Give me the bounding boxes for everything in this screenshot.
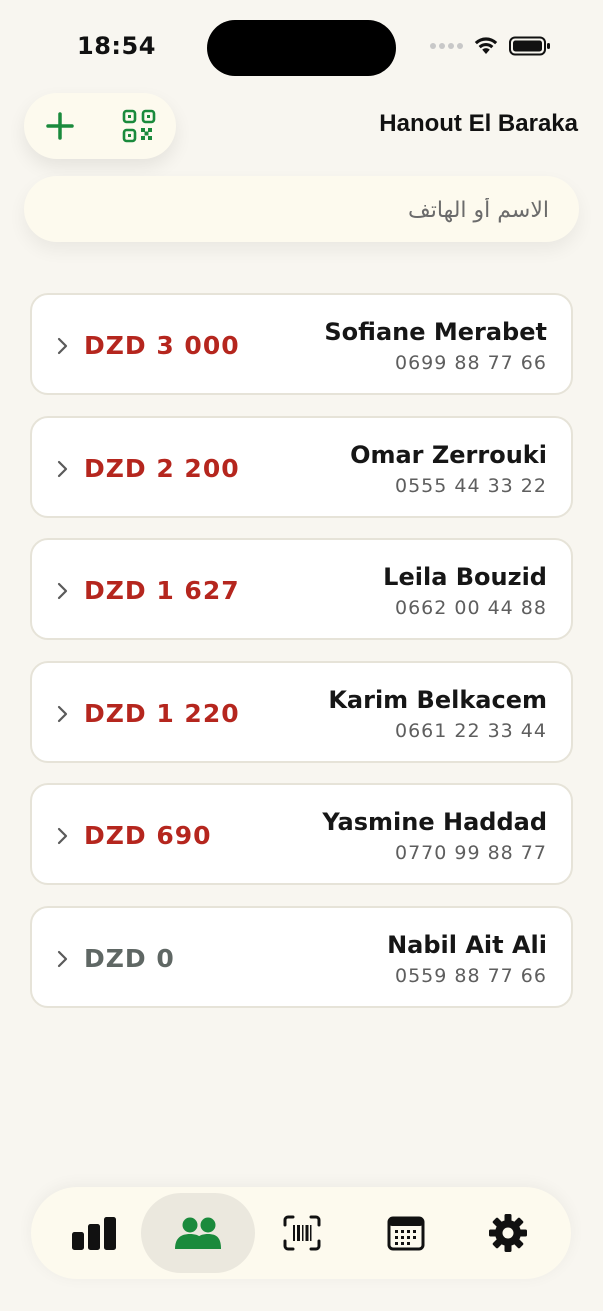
status-time: 18:54 [77,32,156,60]
customer-balance: DZD 1 627 [84,576,240,606]
status-icons [430,36,551,56]
calendar-icon [387,1216,425,1251]
chevron-right-icon [57,337,68,355]
battery-icon [509,36,550,56]
bar-chart-icon [72,1217,116,1250]
customer-card[interactable]: DZD 1 220 Karim Belkacem 0661 22 33 44 [30,660,573,763]
customer-phone: 0559 88 77 66 [394,964,547,987]
customer-card[interactable]: DZD 0 Nabil Ait Ali 0559 88 77 66 [30,905,573,1008]
barcode-scan-icon [283,1215,321,1251]
qr-code-button[interactable] [122,109,156,143]
add-customer-button[interactable] [40,106,80,146]
customer-balance: DZD 0 [84,943,175,973]
customer-name: Yasmine Haddad [322,808,547,837]
tab-bar [31,1187,571,1279]
cellular-signal-icon [430,43,463,49]
customer-name: Nabil Ait Ali [387,930,547,959]
dynamic-island [207,20,396,76]
customer-name: Omar Zerrouki [350,440,547,469]
customer-phone: 0662 00 44 88 [394,597,547,620]
chevron-right-icon [57,828,68,845]
wifi-icon [474,37,498,54]
tab-customers[interactable] [141,1193,255,1273]
header-actions [24,93,176,159]
search-bar [24,176,579,244]
chevron-right-icon [57,705,68,722]
search-input[interactable] [44,176,551,244]
chevron-right-icon [57,950,68,968]
customer-balance: DZD 2 200 [84,453,240,483]
customer-phone: 0555 44 33 22 [394,474,547,497]
tab-statistics[interactable] [37,1193,151,1273]
customer-phone: 0770 99 88 77 [394,842,547,865]
customer-name: Leila Bouzid [383,563,547,592]
customer-balance: DZD 3 000 [84,331,240,360]
tab-calendar[interactable] [349,1193,463,1273]
customer-card[interactable]: DZD 1 627 Leila Bouzid 0662 00 44 88 [30,538,573,641]
customers-icon [175,1217,221,1249]
shop-title: Hanout El Baraka [379,110,578,137]
customer-balance: DZD 1 220 [84,698,240,728]
customer-card[interactable]: DZD 2 200 Omar Zerrouki 0555 44 33 22 [30,415,573,518]
customer-name: Karim Belkacem [328,685,547,714]
customer-card[interactable]: DZD 690 Yasmine Haddad 0770 99 88 77 [30,783,573,886]
customer-list: DZD 3 000 Sofiane Merabet 0699 88 77 66 … [30,293,573,1029]
settings-gear-icon [489,1214,527,1252]
customer-card[interactable]: DZD 3 000 Sofiane Merabet 0699 88 77 66 [30,293,573,395]
tab-scan[interactable] [245,1193,359,1273]
customer-phone: 0699 88 77 66 [394,352,547,374]
tab-settings[interactable] [451,1193,565,1273]
customer-balance: DZD 690 [84,821,212,851]
chevron-right-icon [57,460,68,477]
customer-phone: 0661 22 33 44 [394,719,547,742]
customer-name: Sofiane Merabet [324,318,547,346]
plus-icon [46,112,74,140]
chevron-right-icon [57,583,68,600]
